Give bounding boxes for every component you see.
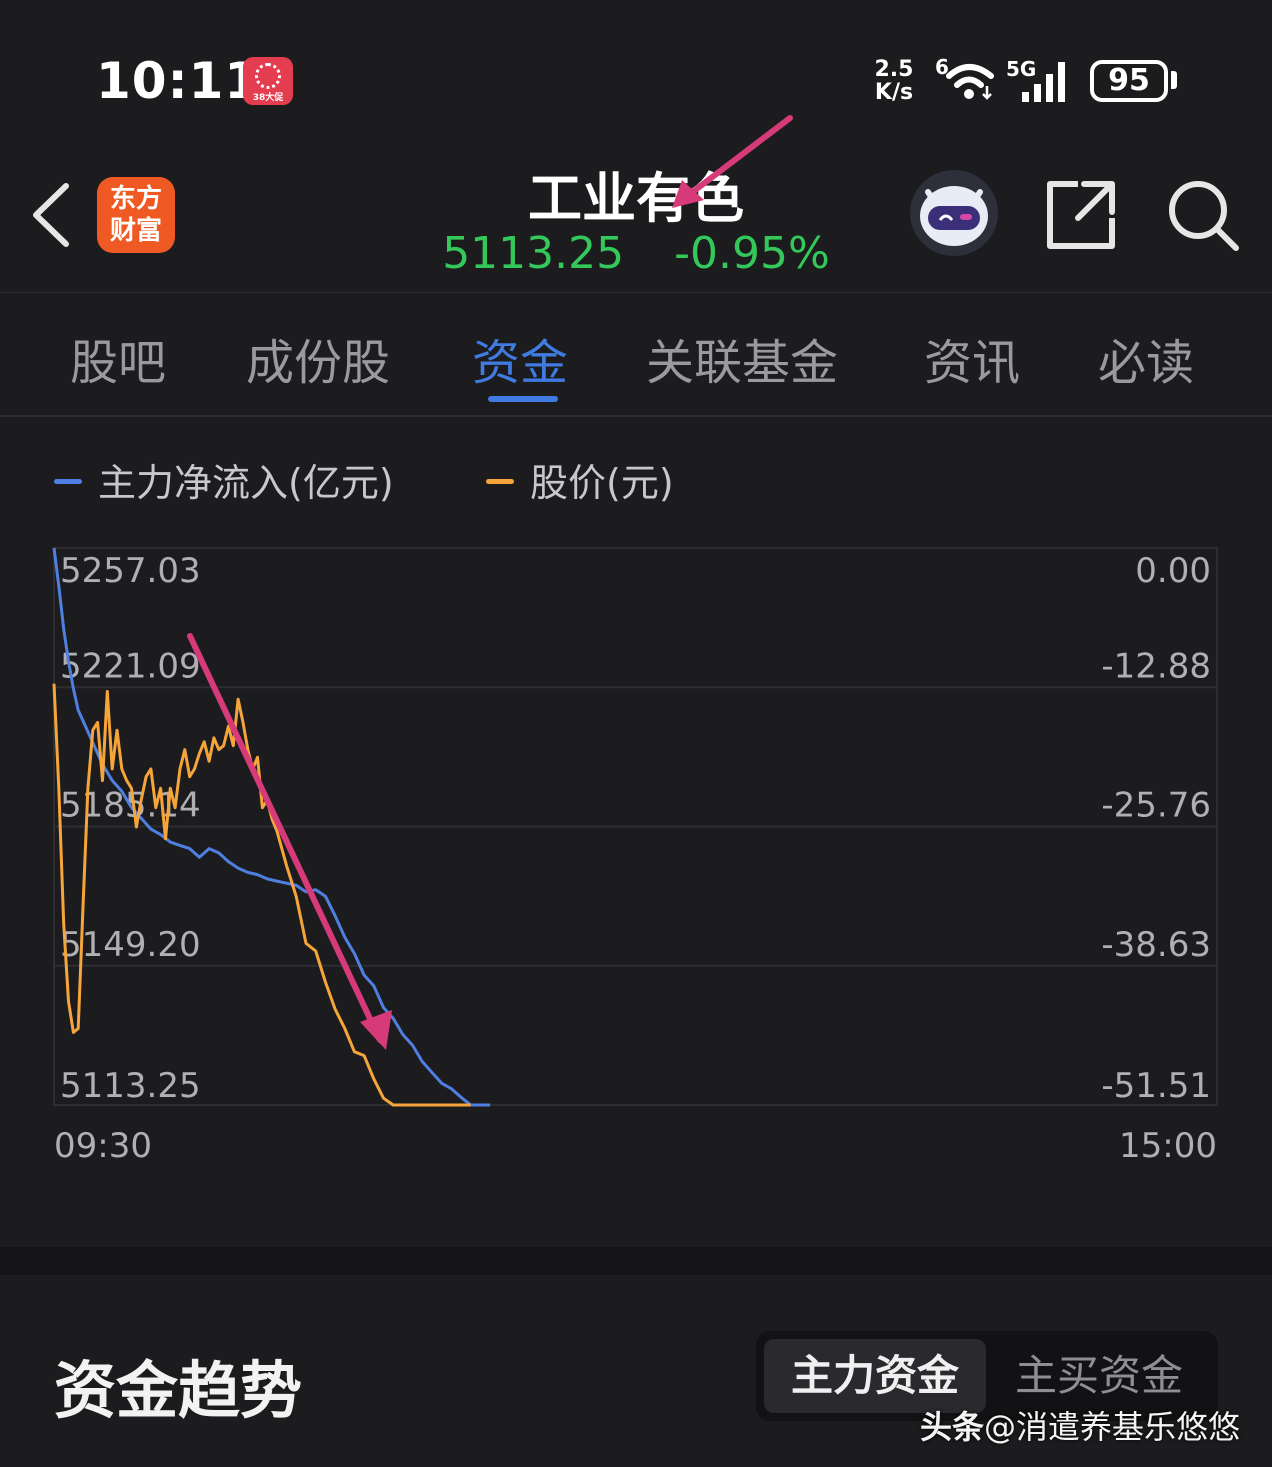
x-tick-label: 09:30 — [54, 1126, 152, 1166]
y-right-tick-label: -51.51 — [1101, 1066, 1211, 1106]
battery-indicator: 95 — [1090, 60, 1168, 102]
app-badge-caption: 38大促 — [252, 93, 284, 103]
y-right-tick-label: -38.63 — [1101, 925, 1211, 965]
legend-swatch-orange — [486, 479, 514, 484]
tab-guba[interactable]: 股吧 — [70, 323, 166, 393]
y-left-tick-label: 5257.03 — [60, 551, 201, 591]
annotation-arrow-line — [187, 633, 383, 1043]
pinduoduo-app-icon: 38大促 — [243, 57, 293, 105]
ai-assistant-robot-icon[interactable] — [910, 170, 998, 256]
tab-constituents[interactable]: 成份股 — [246, 323, 390, 393]
tab-bar: 股吧 成份股 资金 关联基金 资讯 必读 — [0, 293, 1272, 417]
cell-label: 5G — [1006, 57, 1036, 81]
tab-related-funds[interactable]: 关联基金 — [646, 323, 838, 393]
active-tab-indicator — [488, 396, 558, 402]
y-right-tick-label: 0.00 — [1135, 551, 1211, 591]
x-tick-label: 15:00 — [1119, 1126, 1217, 1166]
top-nav-bar: 东方 财富 工业有色 5113.25 -0.95% — [0, 140, 1272, 293]
legend-main-inflow: 主力净流入(亿元) — [54, 452, 394, 507]
y-left-tick-label: 5113.25 — [60, 1066, 201, 1106]
index-price: 5113.25 — [442, 228, 625, 279]
y-right-tick-label: -12.88 — [1101, 646, 1211, 686]
watermark: 头条@消遣养基乐悠悠 — [919, 1408, 1240, 1446]
tab-funds[interactable]: 资金 — [472, 323, 568, 393]
search-icon[interactable] — [1166, 178, 1242, 258]
fund-flow-chart[interactable]: 5257.03 0.00 5221.09 -12.88 5185.14 -25.76 514… — [0, 540, 1272, 1180]
y-left-tick-label: 5221.09 — [60, 646, 201, 686]
tab-news[interactable]: 资讯 — [924, 323, 1020, 393]
share-external-icon[interactable] — [1044, 178, 1118, 256]
annotation-arrow-head — [360, 1010, 392, 1050]
legend-swatch-blue — [54, 479, 82, 484]
index-change: -0.95% — [674, 228, 830, 279]
legend-price: 股价(元) — [486, 452, 674, 507]
fund-trend-title: 资金趋势 — [54, 1354, 303, 1427]
y-right-tick-label: -25.76 — [1101, 786, 1211, 826]
status-bar: 10:11 38大促 2.5 K/s 6 5G 95 — [0, 0, 1272, 140]
section-divider — [0, 1247, 1272, 1275]
tab-must-read[interactable]: 必读 — [1098, 323, 1194, 393]
chart-svg: 5257.03 0.005221.09 -12.885185.14 -25.76514… — [52, 547, 1218, 1166]
wifi-icon: 6 — [935, 55, 999, 108]
net-speed: 2.5 K/s — [874, 57, 914, 105]
status-time: 10:11 — [96, 52, 261, 110]
cellular-signal-icon: 5G — [1006, 56, 1078, 108]
battery-tip — [1171, 71, 1177, 89]
